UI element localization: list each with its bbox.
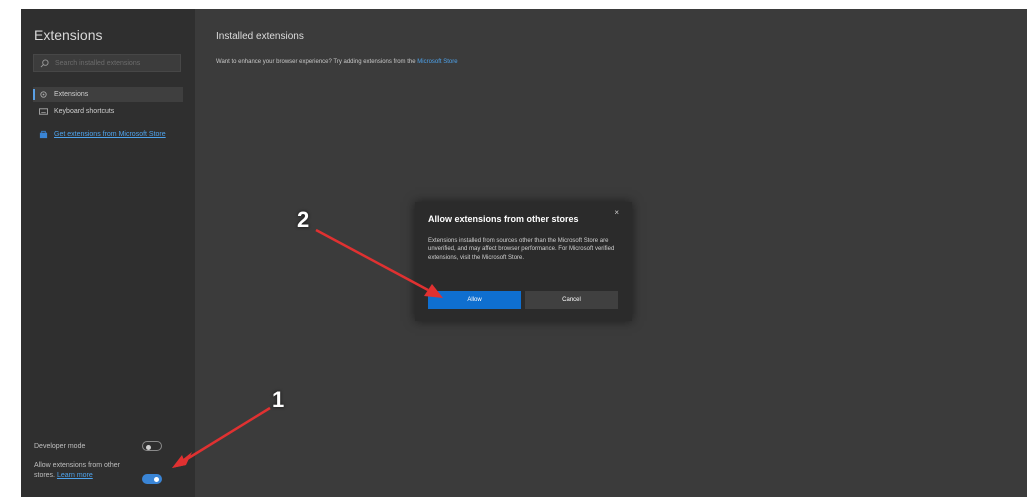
promo-text: Want to enhance your browser experience?… — [216, 59, 458, 65]
annotation-number-1: 1 — [272, 387, 285, 412]
browser-extensions-page: Extensions Search installed extensions E… — [21, 9, 1027, 497]
promo-text-body: Want to enhance your browser experience?… — [216, 59, 416, 65]
allow-button[interactable]: Allow — [428, 291, 521, 309]
allow-extensions-dialog: Allow extensions from other stores × Ext… — [415, 202, 632, 321]
microsoft-store-link[interactable]: Microsoft Store — [417, 59, 457, 65]
annotation-number-2: 2 — [297, 207, 310, 232]
developer-mode-label: Developer mode — [34, 443, 86, 450]
keyboard-icon — [39, 108, 48, 115]
sidebar-item-label: Keyboard shortcuts — [54, 108, 115, 115]
dialog-title: Allow extensions from other stores — [428, 214, 579, 224]
sidebar-title: Extensions — [34, 27, 103, 43]
sidebar-item-extensions[interactable]: Extensions — [33, 87, 183, 102]
sidebar-item-keyboard-shortcuts[interactable]: Keyboard shortcuts — [33, 104, 183, 119]
search-icon — [40, 58, 49, 67]
cancel-button[interactable]: Cancel — [525, 291, 618, 309]
store-icon — [39, 130, 48, 139]
page-title: Installed extensions — [216, 31, 304, 42]
learn-more-link[interactable]: Learn more — [57, 472, 93, 479]
get-extensions-link[interactable]: Get extensions from Microsoft Store — [33, 127, 183, 142]
gear-icon — [40, 91, 47, 98]
toggle-knob — [154, 477, 159, 482]
search-placeholder: Search installed extensions — [55, 59, 141, 67]
allow-other-stores-label: Allow extensions from other stores. Lear… — [34, 461, 129, 481]
search-input[interactable]: Search installed extensions — [33, 54, 181, 72]
toggle-knob — [146, 444, 151, 450]
close-icon[interactable]: × — [614, 208, 619, 217]
get-extensions-label: Get extensions from Microsoft Store — [54, 131, 166, 138]
dialog-body: Extensions installed from sources other … — [428, 238, 615, 261]
sidebar: Extensions Search installed extensions E… — [21, 9, 195, 497]
sidebar-item-label: Extensions — [54, 91, 89, 98]
allow-other-stores-toggle[interactable] — [142, 474, 162, 484]
developer-mode-toggle[interactable] — [142, 441, 162, 451]
